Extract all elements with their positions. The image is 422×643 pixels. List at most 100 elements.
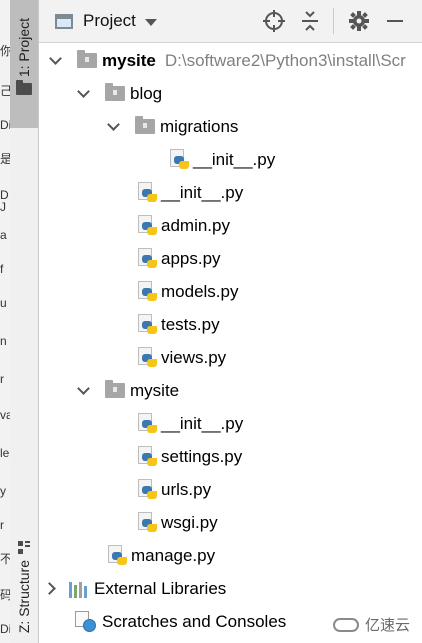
tree-item-external-libraries[interactable]: External Libraries: [39, 572, 422, 605]
python-file-icon: [136, 182, 158, 204]
hide-panel-button[interactable]: [382, 8, 408, 34]
python-file-icon: [136, 281, 158, 303]
bg-char: r: [0, 518, 10, 532]
tree-item-label: blog: [130, 84, 162, 104]
python-file-icon: [136, 512, 158, 534]
tree-item-file[interactable]: __init__.py: [39, 143, 422, 176]
tree-item-label: settings.py: [161, 447, 242, 467]
tree-item-file[interactable]: urls.py: [39, 473, 422, 506]
python-file-icon: [136, 215, 158, 237]
project-tool-tab[interactable]: 1: Project: [10, 0, 38, 128]
tree-item-file[interactable]: __init__.py: [39, 407, 422, 440]
python-file-icon: [106, 545, 128, 567]
folder-icon: [105, 86, 125, 101]
bg-char: 码: [0, 588, 10, 602]
locate-file-button[interactable]: [261, 8, 287, 34]
chevron-down-icon[interactable]: [49, 55, 61, 67]
tree-item-label: wsgi.py: [161, 513, 218, 533]
watermark-text: 亿速云: [365, 614, 410, 635]
chevron-down-icon[interactable]: [77, 385, 89, 397]
project-path: D:\software2\Python3\install\Scr: [165, 51, 406, 71]
tree-item-label: mysite: [130, 381, 179, 401]
bg-char: Di: [0, 622, 10, 636]
python-file-icon: [136, 314, 158, 336]
gear-icon: [348, 10, 370, 32]
bg-char: y: [0, 484, 10, 498]
folder-icon: [105, 383, 125, 398]
tree-item-file[interactable]: admin.py: [39, 209, 422, 242]
tree-item-label: __init__.py: [161, 183, 243, 203]
python-file-icon: [136, 446, 158, 468]
watermark-logo-icon: [333, 618, 359, 632]
bg-char: 你: [0, 44, 10, 58]
watermark: 亿速云: [333, 614, 410, 635]
tree-item-label: apps.py: [161, 249, 221, 269]
bg-char: le: [0, 446, 10, 460]
bg-char: r: [0, 372, 10, 386]
bg-char: u: [0, 296, 10, 310]
bg-char: a: [0, 228, 10, 242]
bg-char: n: [0, 334, 10, 348]
tree-item-label: urls.py: [161, 480, 211, 500]
project-view-icon: [55, 14, 73, 29]
tree-item-label: views.py: [161, 348, 226, 368]
structure-icon: [17, 540, 31, 554]
panel-title[interactable]: Project: [83, 11, 136, 31]
library-icon: [69, 580, 89, 598]
tree-item-label: Scratches and Consoles: [102, 612, 286, 632]
scratch-console-icon: [75, 611, 97, 633]
tree-item-label: mysite: [102, 51, 156, 71]
tree-item-label: tests.py: [161, 315, 220, 335]
collapse-all-button[interactable]: [297, 8, 323, 34]
bg-char: 是: [0, 152, 10, 166]
tree-item-file[interactable]: manage.py: [39, 539, 422, 572]
settings-button[interactable]: [346, 8, 372, 34]
tree-item-label: __init__.py: [193, 150, 275, 170]
python-file-icon: [168, 149, 190, 171]
python-file-icon: [136, 413, 158, 435]
tree-item-mysite[interactable]: mysite: [39, 374, 422, 407]
tree-item-label: migrations: [160, 117, 238, 137]
tree-item-file[interactable]: views.py: [39, 341, 422, 374]
tree-item-label: manage.py: [131, 546, 215, 566]
python-file-icon: [136, 248, 158, 270]
toolbar-separator: [333, 8, 334, 34]
minimize-icon: [385, 11, 405, 31]
tree-item-file[interactable]: wsgi.py: [39, 506, 422, 539]
tree-item-file[interactable]: apps.py: [39, 242, 422, 275]
tree-item-file[interactable]: tests.py: [39, 308, 422, 341]
project-panel-header: Project: [39, 0, 422, 43]
bg-char: Di: [0, 118, 10, 132]
tree-item-label: __init__.py: [161, 414, 243, 434]
tree-item-file[interactable]: models.py: [39, 275, 422, 308]
tree-item-label: admin.py: [161, 216, 230, 236]
bg-char: 己: [0, 84, 10, 98]
bg-char: 不: [0, 552, 10, 566]
tree-item-blog[interactable]: blog: [39, 77, 422, 110]
bg-char: va: [0, 408, 10, 422]
tree-item-label: External Libraries: [94, 579, 226, 599]
chevron-right-icon[interactable]: [45, 583, 57, 595]
bg-char: J: [0, 200, 10, 214]
tree-item-file[interactable]: settings.py: [39, 440, 422, 473]
folder-icon: [16, 83, 32, 95]
chevron-down-icon[interactable]: [77, 88, 89, 100]
project-tree: mysite D:\software2\Python3\install\Scr …: [39, 42, 422, 643]
structure-tool-tab[interactable]: Z: Structure: [10, 530, 38, 643]
python-file-icon: [136, 479, 158, 501]
tree-item-file[interactable]: __init__.py: [39, 176, 422, 209]
tree-root-mysite[interactable]: mysite D:\software2\Python3\install\Scr: [39, 44, 422, 77]
project-tab-label: 1: Project: [16, 18, 32, 77]
tool-window-stripe: 1: Project Z: Structure: [10, 0, 39, 643]
chevron-down-icon[interactable]: [145, 19, 157, 26]
tree-item-label: models.py: [161, 282, 238, 302]
python-file-icon: [136, 347, 158, 369]
folder-icon: [77, 53, 97, 68]
bg-char: f: [0, 262, 10, 276]
collapse-icon: [300, 10, 320, 32]
structure-tab-label: Z: Structure: [16, 560, 32, 633]
crosshair-icon: [263, 10, 285, 32]
tree-item-migrations[interactable]: migrations: [39, 110, 422, 143]
chevron-down-icon[interactable]: [107, 121, 119, 133]
folder-icon: [135, 119, 155, 134]
